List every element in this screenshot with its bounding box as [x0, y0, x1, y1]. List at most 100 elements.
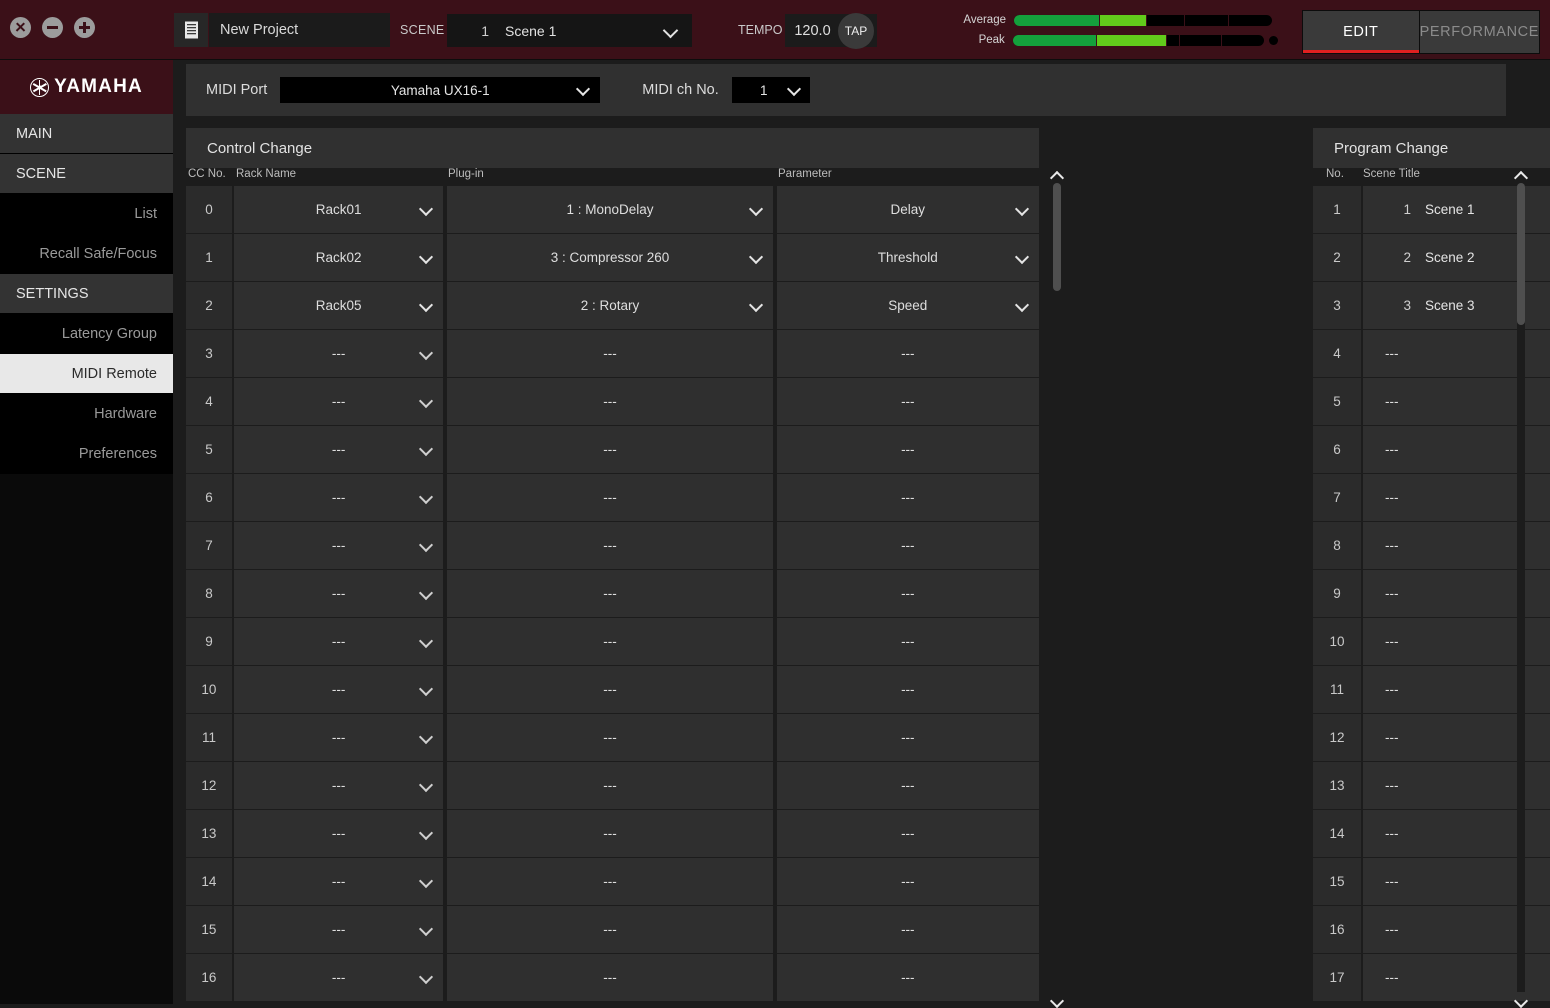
- plugin-select[interactable]: ---: [447, 666, 773, 713]
- parameter-select[interactable]: ---: [776, 954, 1039, 1001]
- rack-name-select[interactable]: ---: [233, 570, 444, 617]
- sidebar-item-latency-group[interactable]: Latency Group: [0, 314, 173, 354]
- sidebar-item-scene[interactable]: SCENE: [0, 154, 173, 194]
- minimize-window-icon[interactable]: [42, 17, 63, 38]
- plugin-select[interactable]: ---: [447, 858, 773, 905]
- parameter-select-text: ---: [901, 346, 915, 361]
- parameter-select[interactable]: ---: [776, 378, 1039, 425]
- rack-name-select[interactable]: ---: [233, 858, 444, 905]
- parameter-select-text: ---: [901, 970, 915, 985]
- parameter-select[interactable]: ---: [776, 426, 1039, 473]
- parameter-select[interactable]: ---: [776, 906, 1039, 953]
- rack-name-select[interactable]: ---: [233, 810, 444, 857]
- midi-port-select[interactable]: Yamaha UX16-1: [280, 77, 601, 103]
- rack-name-select[interactable]: Rack01: [233, 186, 444, 233]
- scene-title-text: ---: [1385, 778, 1399, 793]
- plugin-select[interactable]: ---: [447, 714, 773, 761]
- program-number-cell: 6: [1313, 426, 1361, 473]
- cc-number-cell-text: 7: [205, 538, 213, 553]
- plugin-select[interactable]: ---: [447, 474, 773, 521]
- meter-average-label: Average: [963, 14, 1006, 26]
- parameter-select[interactable]: Threshold: [776, 234, 1039, 281]
- sidebar-item-label: MIDI Remote: [71, 365, 157, 382]
- scrollbar-thumb[interactable]: [1517, 183, 1525, 325]
- parameter-select-text: ---: [901, 586, 915, 601]
- project-field[interactable]: New Project: [174, 13, 390, 47]
- cc-number-cell-text: 5: [205, 442, 213, 457]
- plugin-select[interactable]: 2 : Rotary: [447, 282, 773, 329]
- rack-name-select[interactable]: ---: [233, 954, 444, 1001]
- parameter-select[interactable]: ---: [776, 474, 1039, 521]
- scene-number: 1: [481, 22, 489, 39]
- parameter-select[interactable]: Speed: [776, 282, 1039, 329]
- scene-title-text: ---: [1385, 346, 1399, 361]
- plugin-select[interactable]: ---: [447, 810, 773, 857]
- scroll-down-icon[interactable]: [1049, 993, 1065, 1008]
- parameter-select[interactable]: ---: [776, 714, 1039, 761]
- scene-title-text: ---: [1385, 970, 1399, 985]
- parameter-select[interactable]: ---: [776, 570, 1039, 617]
- parameter-select[interactable]: Delay: [776, 186, 1039, 233]
- program-change-scrollbar[interactable]: [1511, 170, 1531, 1008]
- rack-name-select[interactable]: ---: [233, 426, 444, 473]
- scrollbar-track[interactable]: [1053, 183, 1061, 992]
- rack-name-select[interactable]: ---: [233, 474, 444, 521]
- sidebar-item-main[interactable]: MAIN: [0, 114, 173, 154]
- maximize-window-icon[interactable]: [74, 17, 95, 38]
- rack-name-select[interactable]: Rack02: [233, 234, 444, 281]
- performance-mode-button[interactable]: PERFORMANCE: [1418, 11, 1539, 53]
- sidebar-item-preferences[interactable]: Preferences: [0, 434, 173, 474]
- rack-name-select[interactable]: ---: [233, 714, 444, 761]
- plugin-select[interactable]: ---: [447, 906, 773, 953]
- rack-name-select[interactable]: ---: [233, 522, 444, 569]
- parameter-select[interactable]: ---: [776, 618, 1039, 665]
- plugin-select[interactable]: ---: [447, 618, 773, 665]
- close-window-icon[interactable]: [10, 17, 31, 38]
- scroll-up-icon[interactable]: [1049, 170, 1065, 186]
- tap-button[interactable]: TAP: [838, 12, 874, 49]
- plugin-select[interactable]: ---: [447, 954, 773, 1001]
- plugin-select[interactable]: ---: [447, 426, 773, 473]
- table-row: 5 --- --- ---: [186, 426, 1039, 473]
- app-root: New Project SCENE 1 Scene 1 TEMPO 120.0 …: [0, 0, 1550, 1008]
- program-number-text: 7: [1333, 490, 1341, 505]
- rack-name-select[interactable]: ---: [233, 618, 444, 665]
- edit-mode-button[interactable]: EDIT: [1303, 11, 1419, 53]
- parameter-select[interactable]: ---: [776, 330, 1039, 377]
- plugin-select[interactable]: 3 : Compressor 260: [447, 234, 773, 281]
- scroll-up-icon[interactable]: [1513, 170, 1529, 186]
- rack-name-select[interactable]: ---: [233, 378, 444, 425]
- sidebar-item-list[interactable]: List: [0, 194, 173, 234]
- sidebar-item-settings[interactable]: SETTINGS: [0, 274, 173, 314]
- scrollbar-thumb[interactable]: [1053, 183, 1061, 291]
- plugin-select[interactable]: ---: [447, 762, 773, 809]
- parameter-select[interactable]: ---: [776, 522, 1039, 569]
- plugin-select[interactable]: ---: [447, 330, 773, 377]
- parameter-select[interactable]: ---: [776, 810, 1039, 857]
- parameter-select[interactable]: ---: [776, 858, 1039, 905]
- rack-name-select-text: ---: [331, 730, 346, 745]
- parameter-select[interactable]: ---: [776, 762, 1039, 809]
- plugin-select[interactable]: ---: [447, 378, 773, 425]
- scrollbar-track[interactable]: [1517, 183, 1525, 992]
- rack-name-select[interactable]: ---: [233, 330, 444, 377]
- rack-name-select[interactable]: ---: [233, 666, 444, 713]
- chevron-down-icon: [786, 81, 801, 97]
- plugin-select[interactable]: 1 : MonoDelay: [447, 186, 773, 233]
- rack-name-select[interactable]: Rack05: [233, 282, 444, 329]
- scroll-down-icon[interactable]: [1513, 993, 1529, 1008]
- tempo-box[interactable]: 120.0 TAP: [785, 12, 877, 49]
- midi-ch-select[interactable]: 1: [731, 77, 810, 103]
- scene-select[interactable]: 1 Scene 1: [447, 14, 692, 47]
- parameter-select[interactable]: ---: [776, 666, 1039, 713]
- sidebar-item-midi-remote[interactable]: MIDI Remote: [0, 354, 173, 394]
- plugin-select-text: ---: [603, 730, 617, 745]
- sidebar-item-hardware[interactable]: Hardware: [0, 394, 173, 434]
- plugin-select[interactable]: ---: [447, 570, 773, 617]
- scene-name: Scene 1: [505, 22, 557, 39]
- control-change-scrollbar[interactable]: [1047, 170, 1067, 1008]
- plugin-select[interactable]: ---: [447, 522, 773, 569]
- rack-name-select[interactable]: ---: [233, 906, 444, 953]
- sidebar-item-recall-safe-focus[interactable]: Recall Safe/Focus: [0, 234, 173, 274]
- rack-name-select[interactable]: ---: [233, 762, 444, 809]
